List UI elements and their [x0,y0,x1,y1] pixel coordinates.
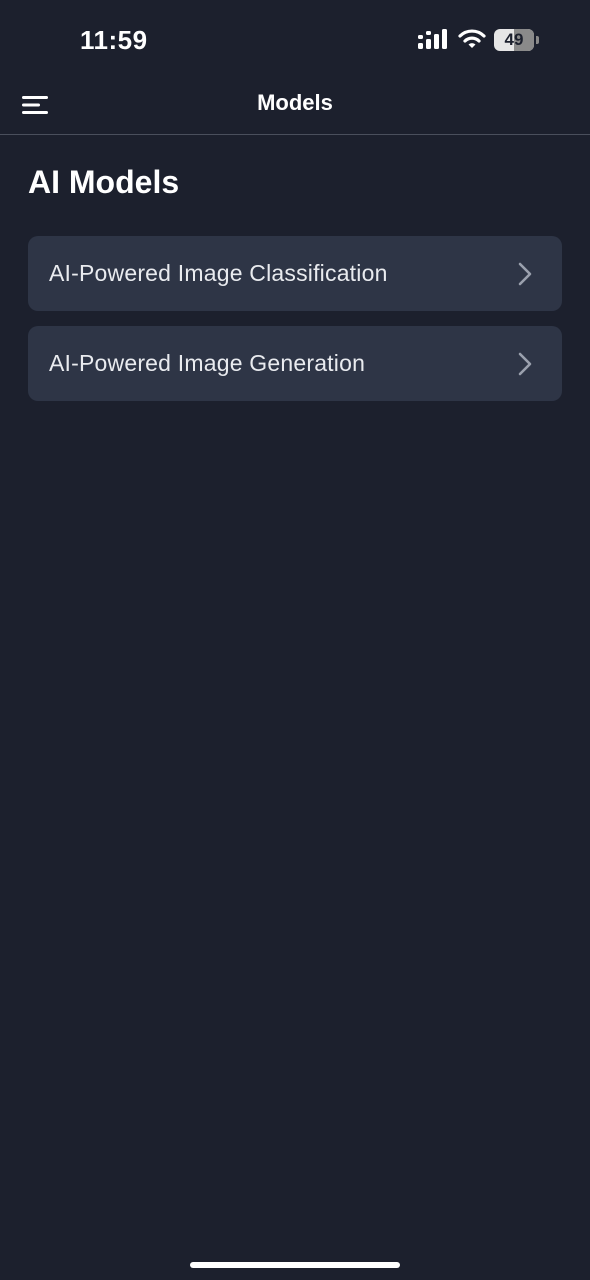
menu-icon [22,96,48,114]
battery-level: 49 [504,30,524,49]
model-item-label: AI-Powered Image Classification [49,260,388,286]
nav-bar: Models [0,80,590,135]
model-item-image-classification[interactable]: AI-Powered Image Classification [28,236,562,311]
wifi-icon [458,29,486,48]
menu-button[interactable] [22,92,52,118]
status-time: 11:59 [80,25,148,55]
signal-icon [418,29,447,49]
battery-icon: 49 [494,29,540,51]
battery-cap [536,36,539,44]
page-title: AI Models [28,164,180,200]
model-item-image-generation[interactable]: AI-Powered Image Generation [28,326,562,401]
chevron-right-icon [518,352,532,376]
chevron-right-icon [518,262,532,286]
model-item-label: AI-Powered Image Generation [49,350,366,376]
status-bar: 11:59 49 [0,0,590,80]
nav-title: Models [257,90,333,115]
home-indicator[interactable] [190,1262,400,1268]
model-list: AI-Powered Image Classification AI-Power… [28,236,562,416]
